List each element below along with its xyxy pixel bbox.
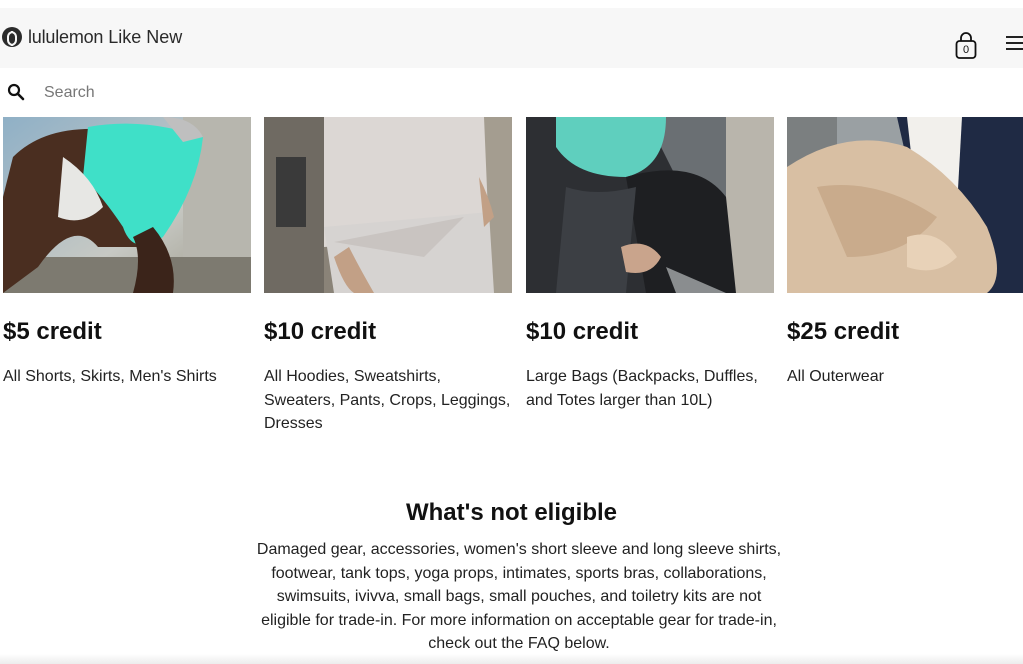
lululemon-logo-icon — [2, 27, 22, 47]
bottom-divider — [0, 654, 1023, 664]
product-image-hoodies[interactable] — [264, 117, 512, 293]
credit-card-bags[interactable]: $10 credit Large Bags (Backpacks, Duffle… — [526, 117, 774, 409]
product-image-outerwear[interactable] — [787, 117, 1023, 293]
credit-amount: $10 credit — [526, 318, 639, 345]
top-strip — [0, 0, 1023, 8]
hamburger-line — [1006, 42, 1023, 44]
hamburger-menu-icon — [1006, 36, 1023, 38]
credit-card-outerwear[interactable]: $25 credit All Outerwear — [787, 117, 1023, 385]
credit-card-hoodies[interactable]: $10 credit All Hoodies, Sweatshirts, Swe… — [264, 117, 512, 432]
brand-name: lululemon — [28, 26, 104, 47]
hamburger-line — [1006, 48, 1023, 50]
credit-amount: $25 credit — [787, 318, 900, 345]
product-image-shorts[interactable] — [3, 117, 251, 293]
credit-amount: $5 credit — [3, 318, 102, 345]
credit-description: Large Bags (Backpacks, Duffles, and Tote… — [526, 368, 758, 409]
site-header: lululemon Like New 0 — [0, 8, 1023, 68]
product-image-bags[interactable] — [526, 117, 774, 293]
search-icon[interactable] — [7, 83, 25, 101]
search-input[interactable] — [44, 82, 444, 104]
cart-count: 0 — [962, 44, 970, 56]
credit-description: All Hoodies, Sweatshirts, Sweaters, Pant… — [264, 368, 511, 432]
hamburger-menu-button[interactable] — [1006, 36, 1023, 52]
credit-card-shorts[interactable]: $5 credit All Shorts, Skirts, Men's Shir… — [3, 117, 251, 385]
not-eligible-text: Damaged gear, accessories, women's short… — [256, 541, 782, 652]
search-bar — [0, 70, 1023, 116]
credit-amount: $10 credit — [264, 318, 377, 345]
credit-description: All Shorts, Skirts, Men's Shirts — [3, 368, 217, 385]
credit-description: All Outerwear — [787, 368, 884, 385]
shopping-bag-button[interactable]: 0 — [954, 32, 978, 60]
not-eligible-heading: What's not eligible — [405, 499, 618, 526]
brand-suffix: Like New — [108, 26, 183, 47]
brand-home-link[interactable]: lululemon Like New — [2, 25, 182, 49]
